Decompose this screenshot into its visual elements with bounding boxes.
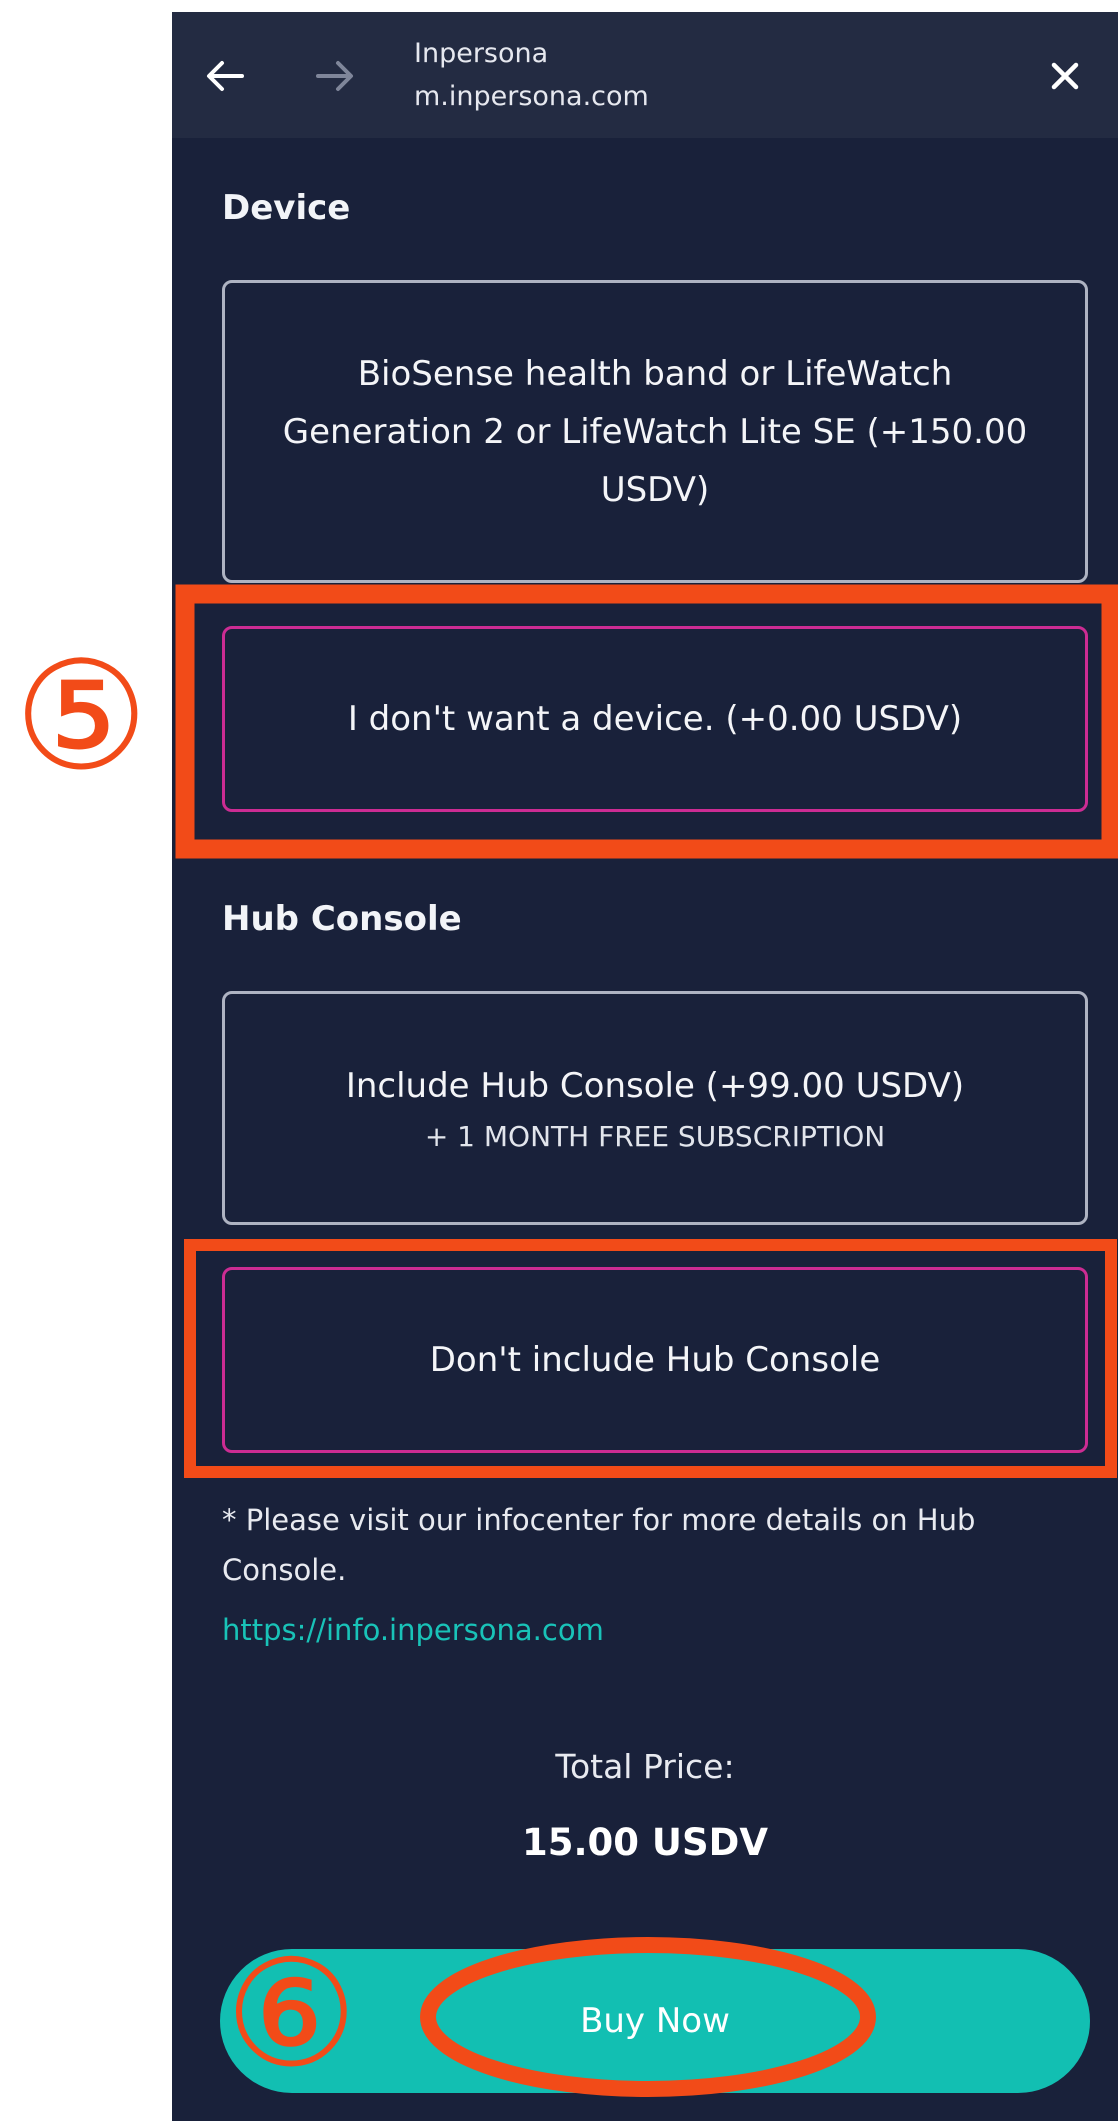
- device-option-label: BioSense health band or LifeWatch Genera…: [282, 353, 1028, 510]
- hub-info-note: * Please visit our infocenter for more d…: [222, 1503, 976, 1587]
- device-section-title: Device: [222, 188, 351, 228]
- arrow-right-icon[interactable]: [312, 53, 358, 99]
- total-price-label: Total Price:: [555, 1747, 735, 1786]
- hub-option-label: Don't include Hub Console: [429, 1340, 881, 1380]
- site-url: m.inpersona.com: [414, 81, 649, 112]
- device-option-no-device[interactable]: I don't want a device. (+0.00 USDV): [222, 626, 1088, 812]
- hub-option-dont-include[interactable]: Don't include Hub Console: [222, 1267, 1088, 1453]
- hub-option-sublabel: + 1 MONTH FREE SUBSCRIPTION: [424, 1120, 886, 1153]
- device-option-biosense[interactable]: BioSense health band or LifeWatch Genera…: [222, 280, 1088, 583]
- hub-section-title: Hub Console: [222, 899, 462, 939]
- hub-option-include[interactable]: Include Hub Console (+99.00 USDV) + 1 MO…: [222, 991, 1088, 1225]
- total-price-value: 15.00 USDV: [522, 1821, 768, 1864]
- mobile-screen: Inpersona m.inpersona.com Device BioSens…: [172, 12, 1118, 2121]
- browser-top-bar: Inpersona m.inpersona.com: [172, 12, 1118, 138]
- step-6-marker: ⑥: [225, 1928, 358, 2100]
- device-option-label: I don't want a device. (+0.00 USDV): [347, 699, 963, 739]
- infocenter-link[interactable]: https://info.inpersona.com: [222, 1613, 604, 1647]
- hub-option-label: Include Hub Console (+99.00 USDV): [345, 1066, 965, 1106]
- site-title: Inpersona: [414, 38, 549, 69]
- close-icon[interactable]: [1042, 53, 1088, 99]
- step-5-marker: ⑤: [14, 630, 149, 804]
- arrow-left-icon[interactable]: [202, 53, 248, 99]
